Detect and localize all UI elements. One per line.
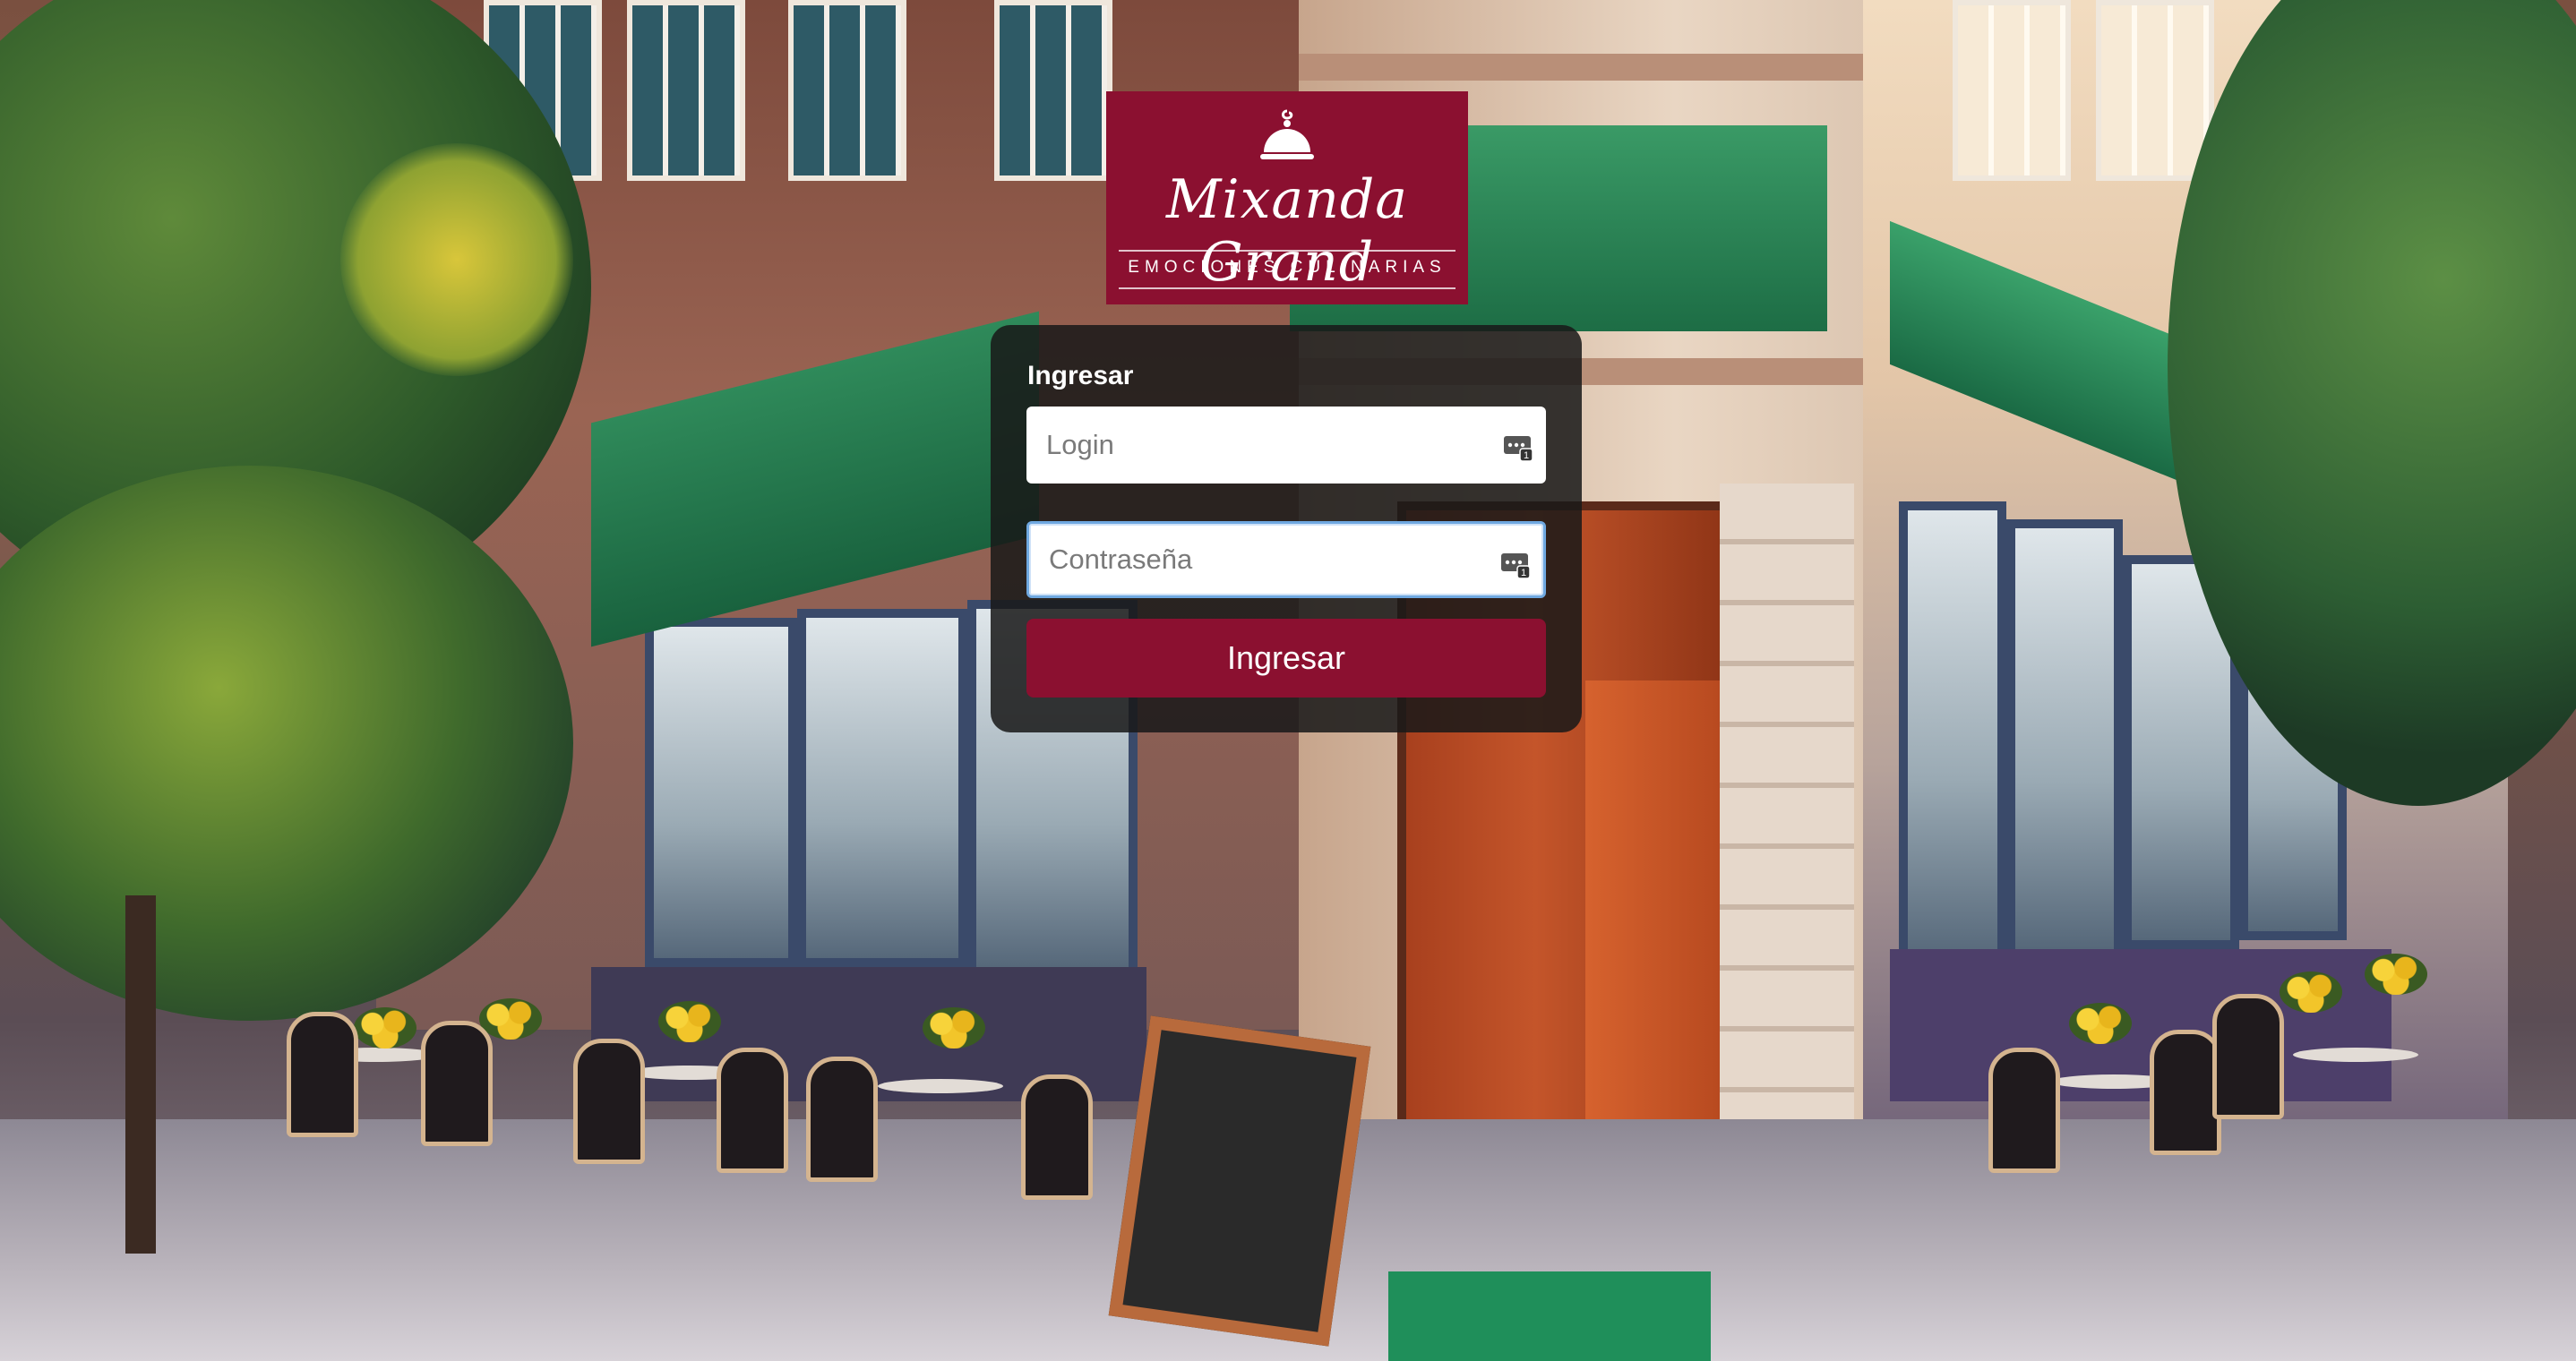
upper-window — [2096, 0, 2214, 181]
tree-trunk — [125, 895, 156, 1254]
flower-pot — [2365, 954, 2427, 995]
cafe-chair — [2212, 994, 2284, 1119]
svg-text:1: 1 — [1521, 568, 1526, 578]
shop-window — [797, 609, 967, 967]
cafe-chair — [717, 1048, 788, 1173]
login-submit-button[interactable]: Ingresar — [1026, 619, 1546, 698]
cloche-icon — [1260, 109, 1314, 159]
flower-pot — [479, 998, 542, 1040]
tree-highlight — [340, 143, 573, 376]
cafe-chair — [2150, 1030, 2221, 1155]
cafe-chair — [1021, 1074, 1093, 1200]
brand-tagline: EMOCIONES CULINARIAS — [1128, 258, 1447, 277]
logo-divider — [1119, 250, 1455, 252]
password-field: 1 — [1026, 521, 1546, 598]
flower-pot — [354, 1007, 416, 1049]
cafe-chair — [806, 1057, 878, 1182]
svg-text:1: 1 — [1524, 450, 1529, 461]
entrance-mat — [1388, 1271, 1711, 1361]
shop-window — [1899, 501, 2006, 967]
building-cornice — [1299, 54, 1926, 81]
credentials-autofill-icon[interactable]: 1 — [1498, 546, 1533, 580]
cafe-chair — [287, 1012, 358, 1137]
login-title: Ingresar — [1027, 361, 1134, 390]
shop-window — [2006, 519, 2123, 958]
flower-pot — [2280, 972, 2342, 1013]
chalkboard-sign — [1108, 1015, 1371, 1347]
cafe-chair — [573, 1039, 645, 1164]
upper-window — [627, 0, 745, 181]
login-field: 1 — [1026, 407, 1546, 484]
credentials-autofill-icon[interactable]: 1 — [1501, 429, 1535, 463]
flower-pot — [2069, 1003, 2132, 1044]
logo-divider — [1119, 287, 1455, 289]
flower-pot — [658, 1001, 721, 1042]
cafe-table — [2293, 1048, 2418, 1062]
upper-window — [1953, 0, 2071, 181]
cafe-chair — [1988, 1048, 2060, 1173]
upper-window — [788, 0, 906, 181]
login-panel: Ingresar 1 1 Ingresar — [991, 325, 1582, 732]
login-input[interactable] — [1026, 407, 1546, 484]
brand-logo: Mixanda Grand EMOCIONES CULINARIAS — [1106, 91, 1468, 304]
upper-window — [994, 0, 1112, 181]
password-input[interactable] — [1029, 524, 1543, 595]
shop-window — [645, 618, 797, 967]
flower-pot — [923, 1007, 985, 1049]
cafe-chair — [421, 1021, 493, 1146]
cafe-table — [878, 1079, 1003, 1093]
